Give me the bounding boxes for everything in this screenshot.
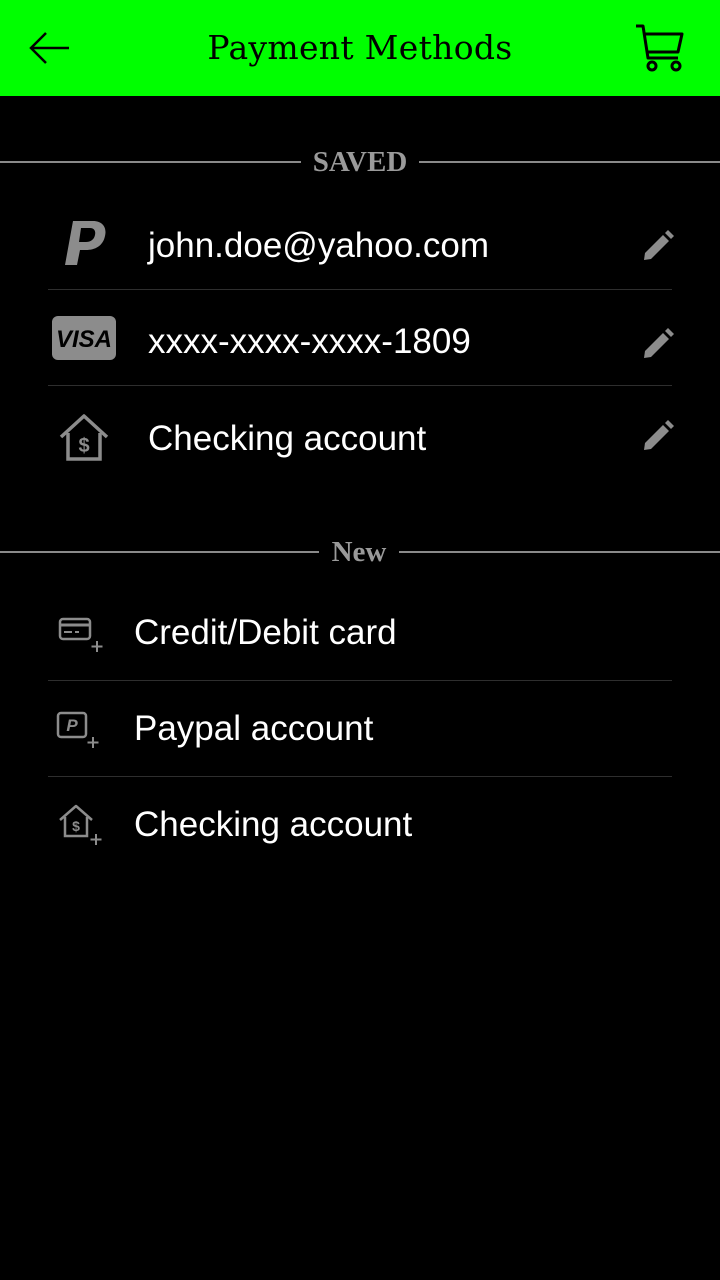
divider-left: [0, 161, 301, 163]
svg-text:P: P: [66, 716, 78, 735]
new-checking-row[interactable]: $ Checking account: [48, 777, 672, 873]
page-title: Payment Methods: [207, 28, 513, 67]
cart-button[interactable]: [630, 20, 690, 76]
app-header: Payment Methods: [0, 0, 720, 96]
card-add-icon: [56, 585, 106, 680]
edit-paypal-button[interactable]: [636, 224, 680, 268]
new-section-label: New: [331, 536, 387, 568]
divider-right: [419, 161, 720, 163]
bank-add-icon: $: [56, 777, 106, 873]
shopping-cart-icon: [636, 24, 684, 72]
new-paypal-row[interactable]: P Paypal account: [48, 681, 672, 777]
edit-checking-button[interactable]: [636, 414, 680, 458]
paypal-icon: [54, 198, 116, 289]
visa-icon-text: VISA: [56, 326, 112, 353]
divider-right: [399, 551, 720, 553]
add-checking-label: Checking account: [134, 805, 413, 844]
bank-house-dollar-icon: $: [56, 386, 112, 490]
new-card-row[interactable]: Credit/Debit card: [48, 585, 672, 681]
back-button[interactable]: [22, 24, 76, 72]
checking-account-label: Checking account: [148, 419, 427, 458]
pencil-edit-icon: [644, 230, 674, 260]
new-section-header: New: [0, 532, 720, 572]
saved-section-label: SAVED: [312, 146, 408, 178]
saved-checking-row[interactable]: $ Checking account: [48, 386, 674, 490]
pencil-edit-icon: [644, 420, 674, 450]
svg-text:$: $: [78, 435, 89, 457]
pencil-edit-icon: [644, 328, 674, 358]
arrow-left-icon: [29, 32, 69, 64]
saved-paypal-row[interactable]: john.doe@yahoo.com: [48, 198, 674, 290]
paypal-email: john.doe@yahoo.com: [148, 226, 490, 265]
saved-section-header: SAVED: [0, 142, 720, 182]
svg-text:$: $: [72, 818, 80, 834]
visa-icon: VISA: [52, 315, 116, 360]
paypal-add-icon: P: [54, 681, 104, 776]
add-card-label: Credit/Debit card: [134, 613, 397, 652]
card-number: xxxx-xxxx-xxxx-1809: [148, 322, 471, 361]
add-paypal-label: Paypal account: [134, 709, 374, 748]
saved-visa-row[interactable]: VISA xxxx-xxxx-xxxx-1809: [48, 290, 674, 386]
edit-card-button[interactable]: [636, 322, 680, 366]
divider-left: [0, 551, 319, 553]
